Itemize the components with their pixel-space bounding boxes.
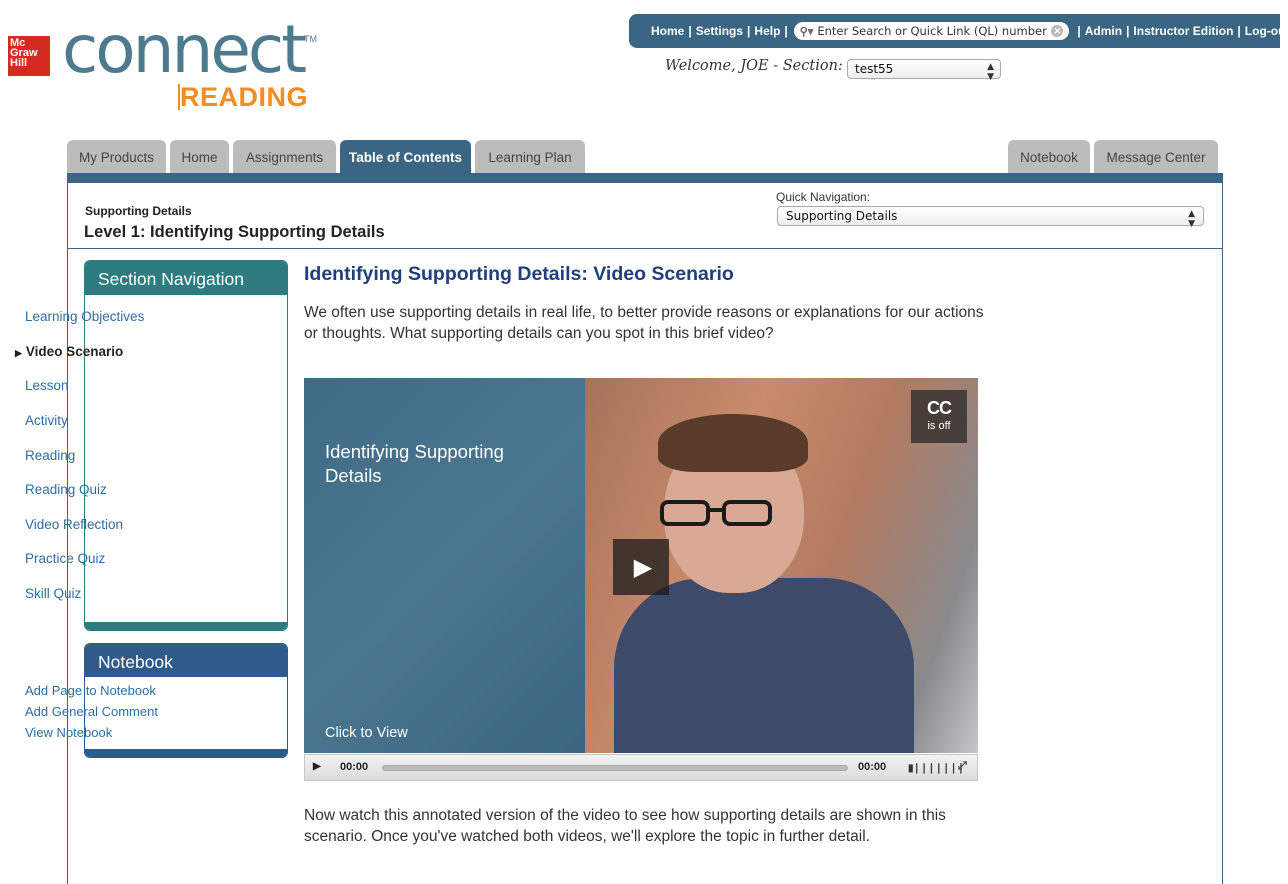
video-player[interactable]: Identifying Supporting Details Click to … [304,378,978,753]
separator: | [747,24,751,38]
closed-caption-icon: CC [927,398,952,418]
play-icon[interactable]: ▶ [313,761,321,772]
section-nav-reading-quiz[interactable]: Reading Quiz [25,482,107,497]
play-icon: ▶ [633,553,653,581]
search-input[interactable] [817,24,1052,38]
volume-icon[interactable]: ▮❘❘❘❘❘❘❘ [908,763,965,774]
closed-caption-button[interactable]: CC is off [911,390,967,443]
section-nav-activity[interactable]: Activity [25,413,68,428]
search-box[interactable]: ⚲▾ ✕ [793,22,1070,40]
tab-home[interactable]: Home [170,140,229,174]
total-time: 00:00 [858,761,887,773]
utility-bar: Home | Settings | Help | ⚲▾ ✕ | Admin | … [629,14,1288,48]
video-person-body [614,578,914,753]
top-link-logout[interactable]: Log-out [1245,24,1288,38]
notebook-view[interactable]: View Notebook [25,725,112,740]
outro-paragraph: Now watch this annotated version of the … [304,807,946,845]
section-nav-learning-objectives[interactable]: Learning Objectives [25,309,144,324]
section-select-value: test55 [855,62,894,76]
separator: | [1237,24,1241,38]
section-nav-reading[interactable]: Reading [25,448,75,463]
panel-footer [85,622,287,630]
tab-my-products[interactable]: My Products [67,140,166,174]
top-link-settings[interactable]: Settings [696,24,743,38]
notebook-panel: Notebook [84,643,288,758]
header-divider [68,248,1222,249]
section-select[interactable]: test55 ▲ ▼ [847,59,1001,82]
play-button[interactable]: ▶ [613,539,669,595]
separator: | [688,24,692,38]
top-link-instructor-edition[interactable]: Instructor Edition [1133,24,1233,38]
content-title: Identifying Supporting Details: Video Sc… [304,263,734,285]
tab-notebook[interactable]: Notebook [1008,140,1090,174]
product-name: READING [180,82,309,112]
current-marker-icon: ▶ [15,348,22,358]
dropdown-arrow-icon: ▲ ▼ [987,62,994,82]
separator: | [1126,24,1130,38]
quick-nav-value: Supporting Details [786,209,898,223]
panel-footer [85,749,287,757]
dropdown-arrow-icon: ▲ ▼ [1188,209,1195,229]
top-link-home[interactable]: Home [651,24,684,38]
separator: | [1077,24,1081,38]
welcome-text: Welcome, JOE - Section: [665,58,843,74]
tab-message-center[interactable]: Message Center [1094,140,1218,174]
video-controls: ▶ 00:00 00:00 ▮❘❘❘❘❘❘❘ ⤢ [304,754,978,781]
section-nav-lesson[interactable]: Lesson [25,378,69,393]
top-link-help[interactable]: Help [754,24,780,38]
clear-search-icon[interactable]: ✕ [1051,25,1064,37]
quick-nav-select[interactable]: Supporting Details ▲ ▼ [777,206,1204,229]
tab-strip [67,173,1223,183]
notebook-add-page[interactable]: Add Page to Notebook [25,683,156,698]
progress-track[interactable] [382,765,848,771]
section-nav-video-reflection[interactable]: Video Reflection [25,517,123,532]
mcgraw-hill-logo: Mc Graw Hill [8,36,50,76]
video-title: Identifying Supporting Details [325,441,504,486]
tab-learning-plan[interactable]: Learning Plan [475,140,585,174]
section-nav-practice-quiz[interactable]: Practice Quiz [25,551,105,566]
video-cta: Click to View [325,725,408,741]
page-title: Level 1: Identifying Supporting Details [84,223,385,241]
logo-line-3: Hill [10,57,28,69]
tab-assignments[interactable]: Assignments [233,140,336,174]
tab-table-of-contents[interactable]: Table of Contents [340,140,471,174]
search-icon[interactable]: ⚲▾ [800,25,814,38]
section-nav-current-label: Video Scenario [25,344,124,359]
current-time: 00:00 [340,761,369,773]
video-person-glasses [660,500,772,526]
intro-paragraph: We often use supporting details in real … [304,304,984,342]
fullscreen-icon[interactable]: ⤢ [958,760,967,773]
trademark: TM [304,34,317,44]
notebook-title: Notebook [85,644,287,677]
closed-caption-status: is off [927,420,951,432]
section-navigation-title: Section Navigation [85,261,287,295]
video-title-panel [304,378,585,753]
connect-logo: connect [62,11,307,88]
separator: | [784,24,788,38]
video-person-hair [658,414,808,472]
section-nav-skill-quiz[interactable]: Skill Quiz [25,586,81,601]
quick-nav-label: Quick Navigation: [776,190,871,204]
notebook-add-comment[interactable]: Add General Comment [25,704,158,719]
section-nav-video-scenario[interactable]: ▶ Video Scenario [15,344,123,359]
breadcrumb: Supporting Details [85,204,192,218]
top-link-admin[interactable]: Admin [1085,24,1122,38]
